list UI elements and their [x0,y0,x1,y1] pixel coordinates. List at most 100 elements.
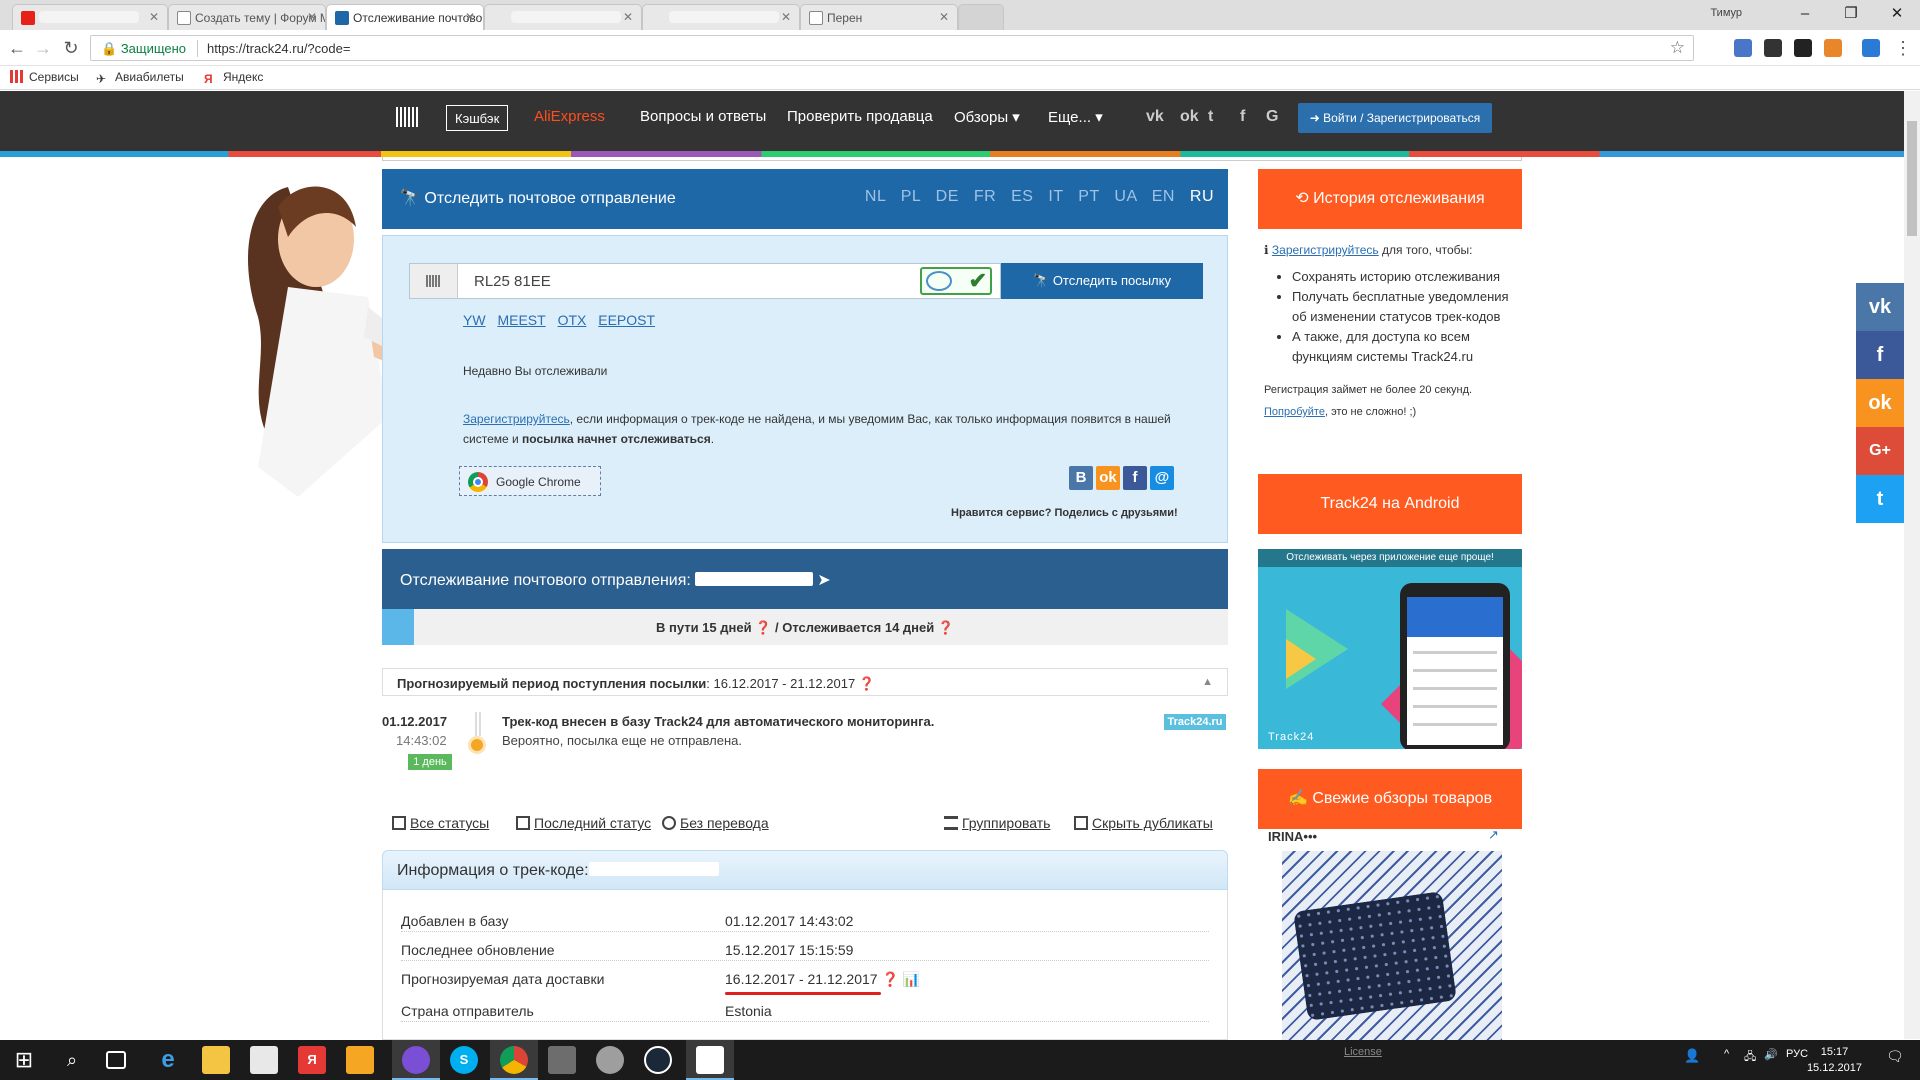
steam-icon[interactable] [644,1046,672,1074]
maximize-icon[interactable]: ❐ [1828,0,1874,28]
collapse-icon[interactable]: ▲ [1202,676,1213,688]
task-view-icon[interactable] [106,1051,126,1069]
edge-icon[interactable]: e [154,1046,182,1074]
forecast-bar[interactable]: Прогнозируемый период поступления посылк… [382,668,1228,696]
review-author[interactable]: IRINA••• [1268,829,1317,844]
tray-expand-icon[interactable]: ^ [1724,1048,1729,1060]
android-header[interactable]: Track24 на Android [1258,474,1522,534]
close-icon[interactable]: ✕ [781,10,791,24]
facebook-share-icon[interactable]: f [1123,466,1147,490]
browser-tab[interactable]: ✕ [484,4,642,30]
page-scrollbar[interactable] [1904,91,1920,1039]
mailru-share-icon[interactable]: @ [1150,466,1174,490]
hide-duplicates-link[interactable]: Скрыть дубликаты [1074,815,1213,831]
address-bar[interactable]: 🔒 Защищено https://track24.ru/?code= ☆ [90,35,1694,61]
review-product-image[interactable] [1282,851,1502,1040]
track24-logo-icon[interactable] [396,107,420,127]
carrier-link[interactable]: MEEST [497,312,545,328]
aliexpress-link[interactable]: AliExpress [534,108,605,125]
track-code-value[interactable]: RL25 81EE [474,273,551,290]
back-icon[interactable]: ← [6,38,28,58]
minimize-icon[interactable]: – [1782,0,1828,28]
chrome-icon[interactable] [500,1046,528,1074]
try-link[interactable]: Попробуйте [1264,406,1325,418]
extension-new-icon[interactable] [1794,39,1812,57]
extension-fox-icon[interactable] [1824,39,1842,57]
close-icon[interactable]: ✕ [465,10,475,24]
cashback-button[interactable]: Кэшбэк [446,105,509,131]
track-parcel-button[interactable]: 🔭 Отследить посылку [1001,263,1203,299]
close-icon[interactable]: ✕ [307,10,317,24]
close-window-icon[interactable]: ✕ [1874,0,1920,28]
close-icon[interactable]: ✕ [623,10,633,24]
close-icon[interactable]: ✕ [939,10,949,24]
bookmark-star-icon[interactable]: ☆ [1670,38,1685,58]
odnoklassniki-share-icon[interactable]: ok [1096,466,1120,490]
twitter-icon[interactable]: t [1208,108,1213,126]
chrome-extension-button[interactable]: Google Chrome [459,466,601,496]
photos-icon[interactable] [696,1046,724,1074]
calculator-icon[interactable] [548,1046,576,1074]
register-link[interactable]: Зарегистрируйтесь [463,412,570,426]
nav-faq[interactable]: Вопросы и ответы [640,108,766,125]
vk-share-icon[interactable]: vk [1856,283,1904,331]
app-icon[interactable] [596,1046,624,1074]
lang-fr[interactable]: FR [974,188,996,205]
android-app-banner[interactable]: Отслеживать через приложение еще проще! … [1258,549,1522,749]
yandex-browser-icon[interactable]: Я [298,1046,326,1074]
secure-indicator[interactable]: 🔒 Защищено [101,41,186,57]
nav-check-seller[interactable]: Проверить продавца [787,108,933,125]
reload-icon[interactable]: ↻ [60,38,82,58]
file-explorer-icon[interactable] [202,1046,230,1074]
reviews-header[interactable]: ✍ Свежие обзоры товаров [1258,769,1522,829]
browser-tab[interactable]: Создать тему | Форум М ✕ [168,4,326,30]
browser-tab[interactable]: ✕ [642,4,800,30]
track-code-input[interactable]: RL25 81EE ✔ [409,263,1001,299]
scrollbar-thumb[interactable] [1907,121,1917,236]
system-clock[interactable]: 15:17 15.12.2017 [1807,1044,1862,1076]
lang-it[interactable]: IT [1048,188,1063,205]
carrier-link[interactable]: OTX [558,312,587,328]
vk-share-icon[interactable]: B [1069,466,1093,490]
login-button[interactable]: ➜ Войти / Зарегистрироваться [1298,103,1492,133]
nav-reviews[interactable]: Обзоры ▾ [954,108,1020,126]
bookmark-yandex[interactable]: Я Яндекс [204,70,263,86]
group-link[interactable]: Группировать [944,815,1050,831]
google-icon[interactable]: G [1266,108,1278,126]
carrier-link[interactable]: EEPOST [598,312,655,328]
skype-icon[interactable]: S [450,1046,478,1074]
lang-nl[interactable]: NL [865,188,886,205]
license-link[interactable]: License [1344,1046,1382,1058]
google-plus-share-icon[interactable]: G+ [1856,427,1904,475]
lang-en[interactable]: EN [1152,188,1175,205]
last-status-link[interactable]: Последний статус [516,815,651,831]
lang-pl[interactable]: PL [901,188,921,205]
url-text[interactable]: https://track24.ru/?code= [207,41,350,56]
bookmark-apps[interactable]: Сервисы [10,70,79,84]
mail-icon[interactable] [250,1046,278,1074]
volume-icon[interactable]: 🔊 [1764,1048,1778,1061]
profile-name[interactable]: Тимур [1710,7,1742,19]
lang-es[interactable]: ES [1011,188,1033,205]
new-tab-button[interactable] [958,4,1004,30]
extension-icon[interactable] [1734,39,1752,57]
lang-de[interactable]: DE [936,188,959,205]
browser-tab[interactable]: Перен ✕ [800,4,958,30]
forward-icon[interactable]: → [32,38,54,58]
history-header[interactable]: ⟲ История отслеживания [1258,169,1522,229]
vk-icon[interactable]: vk [1146,108,1164,126]
bookmark-avia[interactable]: ✈ Авиабилеты [96,70,184,86]
extension-icon[interactable] [1862,39,1880,57]
app-icon[interactable] [402,1046,430,1074]
nav-more[interactable]: Еще... ▾ [1048,108,1103,126]
close-icon[interactable]: ✕ [149,10,159,24]
browser-tab[interactable]: ✕ [12,4,168,30]
carrier-link[interactable]: YW [463,312,486,328]
history-register-link[interactable]: Зарегистрируйтесь [1272,243,1379,257]
all-statuses-link[interactable]: Все статусы [392,815,489,831]
facebook-share-icon[interactable]: f [1856,331,1904,379]
lang-pt[interactable]: PT [1078,188,1099,205]
notifications-icon[interactable]: 🗨 [1886,1048,1904,1065]
twitter-share-icon[interactable]: t [1856,475,1904,523]
lang-ru[interactable]: RU [1190,188,1214,205]
